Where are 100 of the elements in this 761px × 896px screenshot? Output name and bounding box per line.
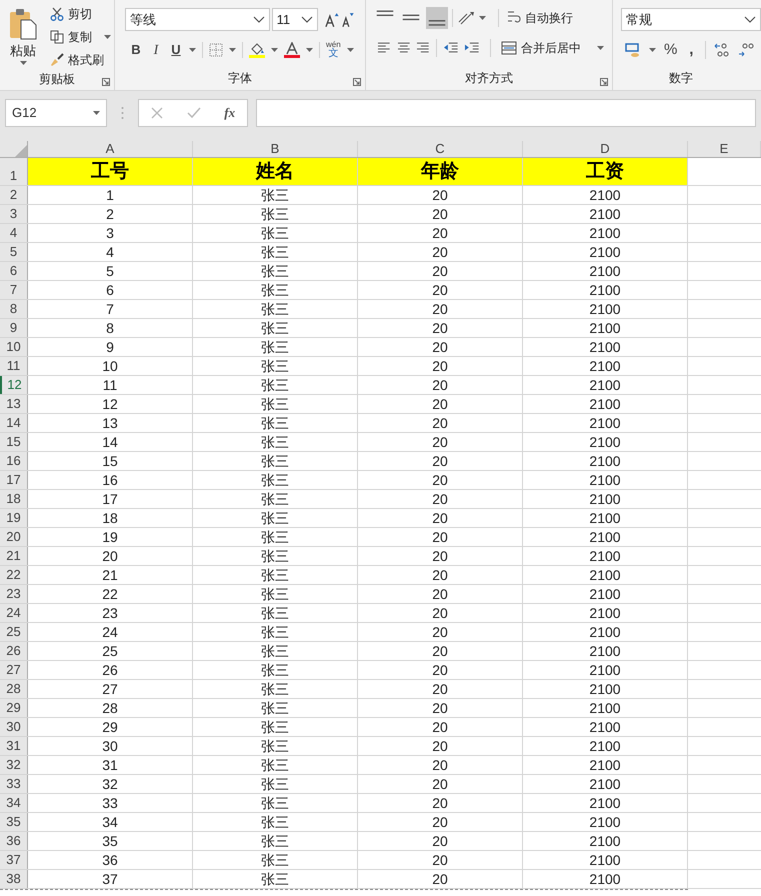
column-header[interactable]: C — [358, 141, 523, 157]
checkmark-icon[interactable] — [186, 107, 201, 119]
format-painter-button[interactable]: 格式刷 — [50, 50, 111, 70]
column-header[interactable]: B — [193, 141, 358, 157]
caret-icon — [189, 48, 196, 52]
row-header[interactable]: 1 — [0, 158, 28, 185]
dialog-launcher-icon[interactable] — [600, 78, 608, 86]
align-left-icon[interactable] — [377, 41, 391, 55]
row-header[interactable]: 8 — [0, 300, 28, 318]
paste-button[interactable]: 粘贴 — [0, 4, 46, 70]
fill-color-icon[interactable] — [249, 42, 265, 58]
font-color-icon[interactable] — [284, 42, 300, 58]
align-center-icon[interactable] — [396, 41, 410, 55]
row-header[interactable]: 9 — [0, 319, 28, 337]
column-header[interactable]: A — [28, 141, 193, 157]
font-name-dropdown[interactable]: 等线 — [125, 8, 270, 31]
underline-button[interactable]: U — [169, 40, 183, 60]
row-header[interactable]: 20 — [0, 528, 28, 546]
dialog-launcher-icon[interactable] — [353, 78, 361, 86]
row-header[interactable]: 34 — [0, 794, 28, 812]
row-header[interactable]: 7 — [0, 281, 28, 299]
row-header[interactable]: 19 — [0, 509, 28, 527]
table-cell: 张三 — [193, 186, 358, 204]
currency-icon[interactable] — [625, 42, 641, 58]
row-header[interactable]: 24 — [0, 604, 28, 622]
row-header[interactable]: 3 — [0, 205, 28, 223]
increase-font-icon[interactable] — [324, 12, 340, 28]
column-header[interactable]: E — [688, 141, 761, 157]
row-header[interactable]: 31 — [0, 737, 28, 755]
insert-function-button[interactable]: fx — [224, 103, 236, 123]
table-cell: 张三 — [193, 224, 358, 242]
row-header[interactable]: 29 — [0, 699, 28, 717]
row-header[interactable]: 37 — [0, 851, 28, 869]
row-header[interactable]: 36 — [0, 832, 28, 850]
orientation-icon[interactable] — [457, 10, 475, 26]
caret-icon — [596, 46, 604, 50]
table-cell: 30 — [28, 737, 193, 755]
cut-button[interactable]: 剪切 — [50, 4, 111, 24]
row-header[interactable]: 25 — [0, 623, 28, 641]
number-format-dropdown[interactable]: 常规 — [621, 8, 761, 31]
row-header[interactable]: 27 — [0, 661, 28, 679]
table-cell: 张三 — [193, 623, 358, 641]
increase-decimal-icon[interactable] — [714, 43, 730, 57]
row-header[interactable]: 26 — [0, 642, 28, 660]
table-cell: 20 — [358, 395, 523, 413]
row-header[interactable]: 17 — [0, 471, 28, 489]
align-bottom-icon[interactable] — [426, 7, 448, 29]
font-size-dropdown[interactable]: 11 — [272, 8, 318, 31]
table-cell: 张三 — [193, 300, 358, 318]
row-header[interactable]: 10 — [0, 338, 28, 356]
row-header[interactable]: 15 — [0, 433, 28, 451]
decrease-indent-icon[interactable] — [442, 41, 458, 55]
row-header[interactable]: 22 — [0, 566, 28, 584]
row-header[interactable]: 32 — [0, 756, 28, 774]
phonetic-button[interactable]: wén 文 — [326, 41, 341, 59]
border-grid-icon[interactable] — [209, 43, 223, 57]
row-header[interactable]: 28 — [0, 680, 28, 698]
percent-button[interactable]: % — [664, 38, 678, 62]
caret-icon — [229, 48, 236, 52]
increase-indent-icon[interactable] — [464, 41, 480, 55]
align-right-icon[interactable] — [416, 41, 430, 55]
table-cell: 33 — [28, 794, 193, 812]
row-header[interactable]: 14 — [0, 414, 28, 432]
decrease-font-icon[interactable] — [341, 12, 355, 28]
row-header[interactable]: 4 — [0, 224, 28, 242]
table-cell: 12 — [28, 395, 193, 413]
wrap-text-button[interactable]: 自动换行 — [507, 9, 573, 27]
row-header[interactable]: 30 — [0, 718, 28, 736]
row-header[interactable]: 12 — [0, 376, 28, 394]
row-header[interactable]: 35 — [0, 813, 28, 831]
dialog-launcher-icon[interactable] — [102, 78, 110, 86]
row-header[interactable]: 11 — [0, 357, 28, 375]
drag-handle-icon[interactable] — [121, 106, 124, 120]
name-box[interactable]: G12 — [5, 99, 107, 127]
table-cell: 7 — [28, 300, 193, 318]
table-cell: 18 — [28, 509, 193, 527]
formula-input[interactable] — [256, 99, 756, 127]
table-cell: 16 — [28, 471, 193, 489]
decrease-decimal-icon[interactable] — [738, 43, 754, 57]
row-header[interactable]: 18 — [0, 490, 28, 508]
table-cell: 张三 — [193, 509, 358, 527]
copy-button[interactable]: 复制 — [50, 27, 111, 47]
bold-button[interactable]: B — [129, 40, 143, 60]
row-header[interactable]: 13 — [0, 395, 28, 413]
row-header[interactable]: 2 — [0, 186, 28, 204]
merge-center-button[interactable]: 合并后居中 — [500, 39, 604, 57]
table-cell: 2100 — [523, 737, 688, 755]
row-header[interactable]: 33 — [0, 775, 28, 793]
column-header[interactable]: D — [523, 141, 688, 157]
row-header[interactable]: 16 — [0, 452, 28, 470]
row-header[interactable]: 23 — [0, 585, 28, 603]
row-header[interactable]: 6 — [0, 262, 28, 280]
paintbrush-icon — [50, 53, 64, 67]
table-cell: 10 — [28, 357, 193, 375]
row-header[interactable]: 38 — [0, 870, 28, 888]
italic-button[interactable]: I — [149, 40, 163, 60]
table-cell: 20 — [358, 775, 523, 793]
row-header[interactable]: 21 — [0, 547, 28, 565]
comma-button[interactable]: , — [685, 38, 698, 62]
row-header[interactable]: 5 — [0, 243, 28, 261]
